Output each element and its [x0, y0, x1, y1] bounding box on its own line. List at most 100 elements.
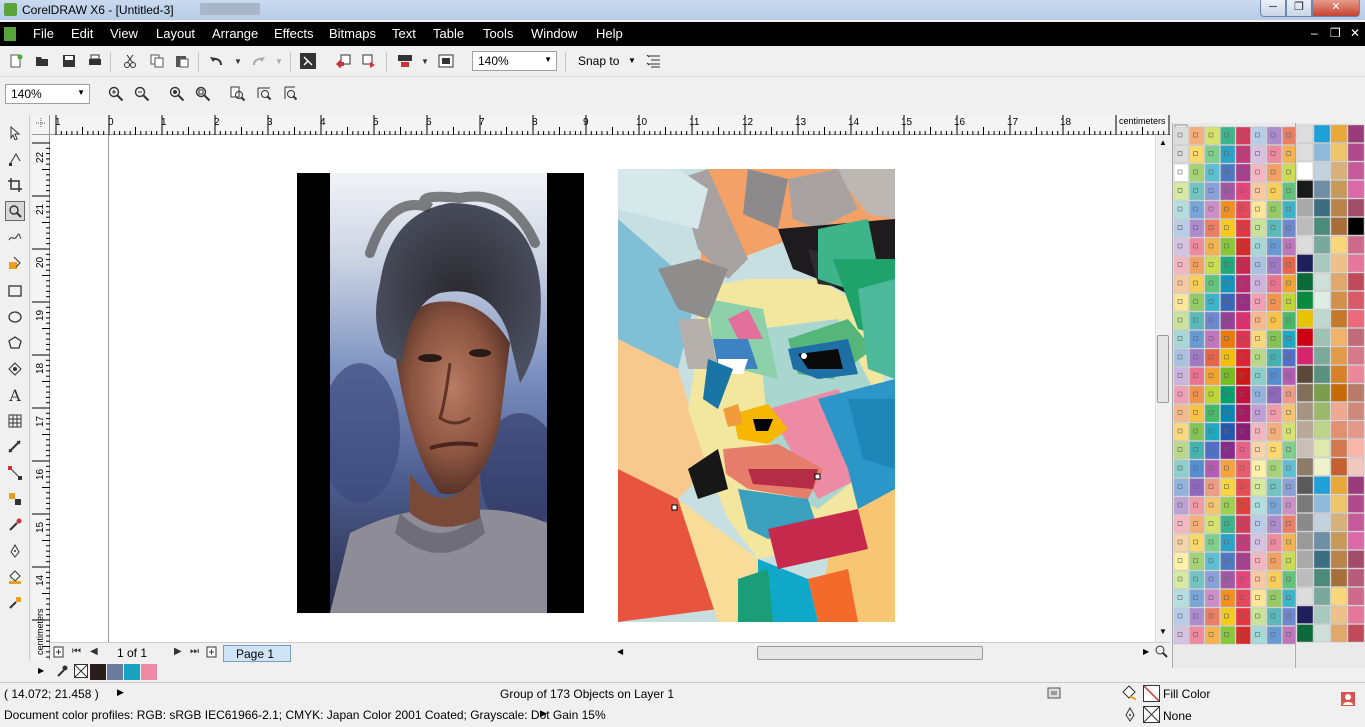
color-profiles-arrow-icon[interactable]: ▶: [540, 708, 547, 719]
table-tool-icon[interactable]: [5, 411, 25, 431]
doc-color-swatch[interactable]: [124, 664, 140, 680]
color-eyedropper-icon[interactable]: [5, 515, 25, 535]
vertical-scroll-thumb[interactable]: [1157, 335, 1169, 403]
pick-tool-icon[interactable]: [5, 123, 25, 143]
redo-icon[interactable]: [248, 51, 268, 71]
dimension-tool-icon[interactable]: [5, 437, 25, 457]
doc-color-swatch[interactable]: [107, 664, 123, 680]
drawing-canvas[interactable]: [50, 135, 1155, 642]
menu-file[interactable]: File: [33, 26, 54, 41]
eyedropper-icon[interactable]: [56, 664, 68, 681]
export-icon[interactable]: [360, 51, 380, 71]
smart-fill-icon[interactable]: [5, 253, 25, 273]
reference-photo-bitmap[interactable]: [297, 173, 584, 613]
vertical-scrollbar[interactable]: ▲ ▼: [1155, 135, 1170, 642]
no-color-swatch[interactable]: [74, 664, 88, 678]
menu-tools[interactable]: Tools: [483, 26, 513, 41]
cut-icon[interactable]: [120, 51, 140, 71]
menu-edit[interactable]: Edit: [71, 26, 93, 41]
document-icon[interactable]: [4, 27, 16, 41]
fill-color-swatch[interactable]: [1143, 685, 1160, 702]
outline-pen-icon[interactable]: [5, 541, 25, 561]
import-icon[interactable]: [333, 51, 353, 71]
horizontal-scroll-thumb[interactable]: [757, 646, 983, 660]
zoom-width-icon[interactable]: [255, 84, 275, 104]
undo-icon[interactable]: [207, 51, 227, 71]
copy-icon[interactable]: [147, 51, 167, 71]
snap-to-dropdown-icon[interactable]: ▼: [628, 56, 636, 65]
zoom-all-icon[interactable]: [193, 84, 213, 104]
options-icon[interactable]: [644, 51, 664, 71]
fill-tool-icon[interactable]: [5, 567, 25, 587]
open-icon[interactable]: [32, 51, 52, 71]
redo-dropdown-icon[interactable]: ▼: [269, 51, 289, 71]
coordinates-arrow-icon[interactable]: ▶: [117, 687, 124, 698]
menu-text[interactable]: Text: [392, 26, 416, 41]
ruler-origin[interactable]: [32, 115, 50, 135]
navigator-icon[interactable]: [1154, 644, 1168, 661]
scroll-up-icon[interactable]: ▲: [1159, 138, 1167, 147]
ellipse-tool-icon[interactable]: [5, 307, 25, 327]
welcome-screen-icon[interactable]: [436, 51, 456, 71]
last-page-icon[interactable]: ⏭: [190, 646, 199, 657]
wpap-vector-artwork[interactable]: [618, 169, 895, 622]
outline-color-swatch[interactable]: [1143, 706, 1160, 723]
paste-icon[interactable]: [172, 51, 192, 71]
scroll-left-icon[interactable]: ◀: [617, 647, 623, 656]
add-page-after-icon[interactable]: [206, 646, 218, 661]
crop-tool-icon[interactable]: [5, 175, 25, 195]
doc-minimize-button[interactable]: –: [1311, 26, 1318, 40]
next-page-icon[interactable]: ▶: [174, 646, 182, 657]
menu-bitmaps[interactable]: Bitmaps: [329, 26, 376, 41]
polygon-tool-icon[interactable]: [5, 333, 25, 353]
zoom-page-icon[interactable]: [228, 84, 248, 104]
undo-dropdown-icon[interactable]: ▼: [228, 51, 248, 71]
page-tab[interactable]: Page 1: [223, 645, 291, 662]
horizontal-ruler[interactable]: 1 0 1 2 3 4 5 6 7 8 9 10 11 12 13 14 15 …: [50, 115, 1170, 135]
search-content-icon[interactable]: [298, 51, 318, 71]
connector-tool-icon[interactable]: [5, 463, 25, 483]
blend-tool-icon[interactable]: [5, 489, 25, 509]
maximize-button[interactable]: ❐: [1286, 0, 1312, 17]
close-button[interactable]: ✕: [1312, 0, 1360, 17]
add-page-before-icon[interactable]: [53, 646, 65, 661]
application-launcher-icon[interactable]: [395, 51, 415, 71]
zoom-out-icon[interactable]: [132, 84, 152, 104]
doc-close-button[interactable]: ✕: [1350, 26, 1360, 40]
previous-page-icon[interactable]: ◀: [90, 646, 98, 657]
menu-arrange[interactable]: Arrange: [212, 26, 258, 41]
menu-window[interactable]: Window: [531, 26, 577, 41]
zoom-level-combo[interactable]: 140% ▼: [472, 51, 557, 71]
doc-color-swatch[interactable]: [141, 664, 157, 680]
scroll-down-icon[interactable]: ▼: [1159, 627, 1167, 636]
user-account-icon[interactable]: [1340, 691, 1356, 710]
doc-restore-button[interactable]: ❐: [1330, 26, 1341, 40]
first-page-icon[interactable]: ⏮: [72, 646, 81, 657]
menu-layout[interactable]: Layout: [156, 26, 195, 41]
vertical-ruler[interactable]: 22 21 20 19 18 17 16 15 14 centimeters: [32, 135, 50, 660]
new-icon[interactable]: [6, 51, 26, 71]
zoom-selected-icon[interactable]: [167, 84, 187, 104]
menu-view[interactable]: View: [110, 26, 138, 41]
palette-play-icon[interactable]: ▶: [38, 666, 44, 675]
minimize-button[interactable]: ─: [1260, 0, 1286, 17]
document-color-profiles[interactable]: Document color profiles: RGB: sRGB IEC61…: [4, 708, 606, 722]
print-icon[interactable]: [85, 51, 105, 71]
zoom-height-icon[interactable]: [281, 84, 301, 104]
zoom-levels-combo[interactable]: 140% ▼: [5, 84, 90, 104]
menu-help[interactable]: Help: [596, 26, 623, 41]
color-proof-icon[interactable]: [1047, 686, 1061, 703]
doc-color-swatch[interactable]: [90, 664, 106, 680]
text-tool-icon[interactable]: A: [5, 385, 25, 405]
scroll-right-icon[interactable]: ▶: [1143, 647, 1149, 656]
snap-to-label[interactable]: Snap to: [578, 54, 619, 68]
save-icon[interactable]: [59, 51, 79, 71]
interactive-fill-icon[interactable]: [5, 593, 25, 613]
basic-shapes-icon[interactable]: [5, 359, 25, 379]
freehand-tool-icon[interactable]: [5, 227, 25, 247]
launcher-dropdown-icon[interactable]: ▼: [415, 51, 435, 71]
menu-effects[interactable]: Effects: [274, 26, 314, 41]
menu-table[interactable]: Table: [433, 26, 464, 41]
zoom-in-icon[interactable]: [106, 84, 126, 104]
zoom-tool-icon[interactable]: [5, 201, 25, 221]
